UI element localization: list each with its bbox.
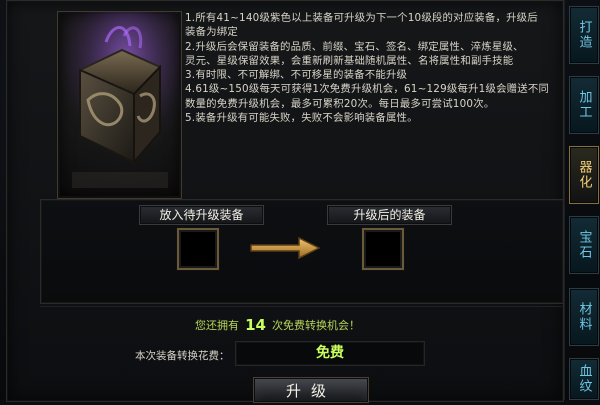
rule-line: 数量的免费升级机会，最多可累积20次。每日最多可尝试100次。 bbox=[185, 97, 495, 110]
tab-material[interactable]: 材料 bbox=[569, 288, 599, 346]
tab-label: 材料 bbox=[576, 302, 592, 332]
main-panel: 1.所有41~140级紫色以上装备可升级为下一个10级段的对应装备，升级后 装备… bbox=[6, 0, 564, 403]
tab-equipment-upgrade[interactable]: 器化 bbox=[569, 146, 599, 204]
tab-gem[interactable]: 宝石 bbox=[569, 216, 599, 274]
tab-label: 加工 bbox=[576, 90, 592, 120]
arrow-right-icon bbox=[250, 236, 321, 260]
tab-forge[interactable]: 打造 bbox=[569, 6, 599, 64]
free-chances-suffix: 次免费转换机会！ bbox=[272, 319, 360, 332]
rule-line: 5.装备升级有可能失败，失败不会影响装备属性。 bbox=[185, 112, 418, 125]
tab-blood-pattern[interactable]: 血纹 bbox=[569, 358, 599, 400]
equipment-artwork bbox=[57, 11, 182, 199]
input-slot-label: 放入待升级装备 bbox=[139, 205, 264, 225]
rule-line: 灵元、星级保留效果，会重新刷新基础随机属性、名将属性和副手技能 bbox=[185, 54, 514, 67]
rule-line: 3.有时限、不可解绑、不可移星的装备不能升级 bbox=[185, 69, 408, 82]
tab-label: 器化 bbox=[576, 160, 592, 190]
rule-line: 装备为绑定 bbox=[185, 26, 238, 39]
upgrade-info-area: 1.所有41~140级紫色以上装备可升级为下一个10级段的对应装备，升级后 装备… bbox=[17, 11, 562, 199]
output-equipment-slot bbox=[362, 228, 404, 270]
upgrade-rules-text: 1.所有41~140级紫色以上装备可升级为下一个10级段的对应装备，升级后 装备… bbox=[185, 11, 575, 193]
anvil-illustration-icon bbox=[58, 12, 181, 198]
rule-line: 4.61级~150级每天可获得1次免费升级机会，61~129级每升1级会赠送不同 bbox=[185, 83, 550, 96]
right-tab-bar: 打造 加工 器化 宝石 材料 血纹 bbox=[564, 0, 600, 400]
cost-label: 本次装备转换花费： bbox=[135, 350, 230, 362]
free-chances-count: 14 bbox=[245, 316, 266, 334]
cost-field: 免费 bbox=[235, 341, 425, 366]
tab-label: 打造 bbox=[576, 20, 592, 50]
upgrade-window: 1.所有41~140级紫色以上装备可升级为下一个10级段的对应装备，升级后 装备… bbox=[0, 0, 600, 403]
input-equipment-slot[interactable] bbox=[177, 228, 219, 270]
free-chances-prefix: 您还拥有 bbox=[195, 319, 239, 332]
upgrade-button[interactable]: 升级 bbox=[253, 377, 369, 403]
free-chances-message: 您还拥有 14 次免费转换机会！ bbox=[195, 316, 360, 334]
upgrade-cost-area: 您还拥有 14 次免费转换机会！ 本次装备转换花费： 免费 升级 bbox=[40, 306, 562, 403]
rule-line: 1.所有41~140级紫色以上装备可升级为下一个10级段的对应装备，升级后 bbox=[185, 12, 538, 24]
cost-value: 免费 bbox=[316, 345, 344, 361]
tab-label: 宝石 bbox=[576, 230, 592, 260]
tab-label: 血纹 bbox=[576, 364, 592, 394]
divider bbox=[40, 306, 562, 307]
tab-process[interactable]: 加工 bbox=[569, 76, 599, 134]
upgrade-slots-box: 放入待升级装备 升级后的装备 bbox=[40, 199, 564, 304]
output-slot-label: 升级后的装备 bbox=[327, 205, 452, 225]
rule-line: 2.升级后会保留装备的品质、前缀、宝石、签名、绑定属性、淬炼星级、 bbox=[185, 40, 524, 53]
